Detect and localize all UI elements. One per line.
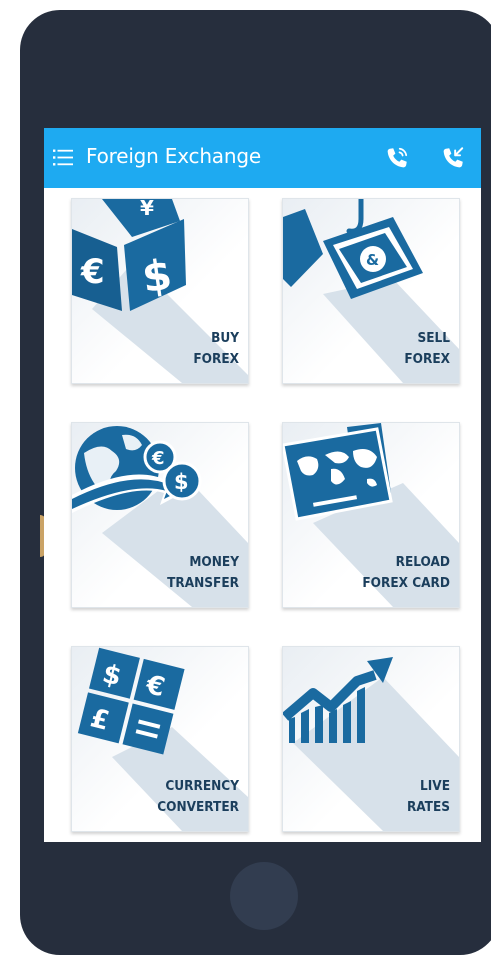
svg-text:&: & xyxy=(366,251,379,269)
tile-label: MONEY TRANSFER xyxy=(167,554,239,591)
tile-label: RELOAD FOREX CARD xyxy=(362,554,450,591)
app-screen: Foreign Exchange ¥ € $ BUY FOREX & SELL … xyxy=(44,128,481,842)
home-button[interactable] xyxy=(230,862,298,930)
svg-text:¥: ¥ xyxy=(140,199,154,220)
tile-label: BUY FOREX xyxy=(193,330,239,367)
tile-label: CURRENCY CONVERTER xyxy=(157,778,239,815)
app-title: Foreign Exchange xyxy=(86,144,261,168)
tile-sell-forex[interactable]: & SELL FOREX xyxy=(282,198,460,384)
tile-label: SELL FOREX xyxy=(404,330,450,367)
svg-text:€: € xyxy=(80,252,105,292)
tile-currency-converter[interactable]: $ € £ CURRENCY CONVERTER xyxy=(71,646,249,832)
phone-call-icon[interactable] xyxy=(384,145,410,171)
svg-text:€: € xyxy=(151,448,165,469)
tile-money-transfer[interactable]: € $ MONEY TRANSFER xyxy=(71,422,249,608)
tile-buy-forex[interactable]: ¥ € $ BUY FOREX xyxy=(71,198,249,384)
tile-reload-forex-card[interactable]: RELOAD FOREX CARD xyxy=(282,422,460,608)
phone-callback-icon[interactable] xyxy=(440,145,466,171)
tile-label: LIVE RATES xyxy=(406,778,450,815)
tile-live-rates[interactable]: LIVE RATES xyxy=(282,646,460,832)
app-bar: Foreign Exchange xyxy=(44,128,481,188)
menu-icon[interactable] xyxy=(53,149,73,166)
svg-text:$: $ xyxy=(174,470,189,494)
